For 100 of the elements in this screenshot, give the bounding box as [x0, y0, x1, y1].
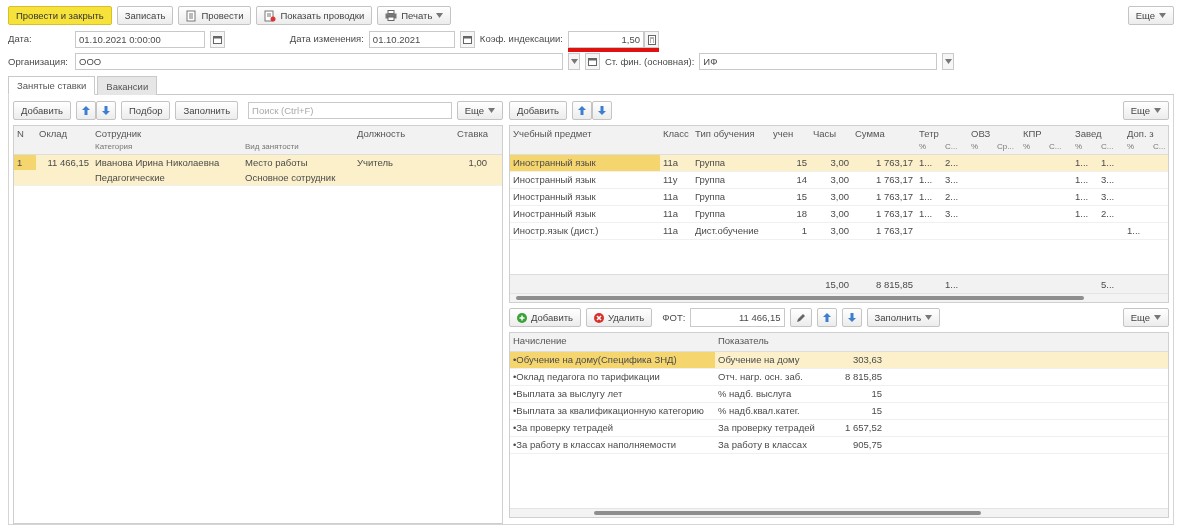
coefficient-field[interactable]: 1,50	[568, 31, 644, 48]
column-header[interactable]: Завед	[1072, 126, 1124, 140]
printer-icon	[385, 10, 398, 21]
table-cell: 1 763,17	[876, 157, 913, 168]
column-header[interactable]: С...	[1150, 140, 1168, 154]
table-row[interactable]: •Обучение на дому(Специфика ЗНД) Обучение на дому 303,63	[510, 352, 1168, 369]
add-button[interactable]: Добавить	[509, 308, 581, 327]
calendar-icon	[213, 35, 222, 44]
calculator-icon	[647, 34, 656, 45]
column-header[interactable]: Тетр	[916, 126, 968, 140]
column-header[interactable]: Вид занятости	[242, 140, 354, 154]
add-button[interactable]: Добавить	[509, 101, 567, 120]
move-up-button[interactable]	[572, 101, 592, 120]
field-label: Ст. фин. (основная):	[605, 56, 695, 67]
print-button[interactable]: Печать	[377, 6, 452, 25]
table-cell: 11 466,15	[47, 157, 89, 168]
column-header[interactable]: Начисление	[510, 333, 715, 351]
more-button[interactable]: Еще	[456, 101, 503, 120]
move-up-button[interactable]	[816, 308, 837, 327]
column-header[interactable]: КПР	[1020, 126, 1072, 140]
more-button[interactable]: Еще	[1122, 308, 1169, 327]
table-cell: 1 763,17	[876, 191, 913, 202]
tab[interactable]: Занятые ставки	[8, 76, 96, 95]
organization-field[interactable]: ООО	[75, 53, 563, 70]
column-header[interactable]: Часы	[810, 126, 852, 140]
tab[interactable]: Вакансии	[97, 76, 158, 95]
pick-button[interactable]: Подбор	[121, 101, 171, 120]
search-field[interactable]: Поиск (Ctrl+F)	[248, 102, 452, 119]
table-cell: Место работы	[245, 157, 308, 168]
column-header[interactable]: С...	[942, 140, 968, 154]
column-header[interactable]: С...	[1098, 140, 1124, 154]
edit-button[interactable]	[789, 308, 812, 327]
post-and-close-button[interactable]: Провести и закрыть	[8, 6, 112, 25]
column-header[interactable]: ОВЗ	[968, 126, 1020, 140]
table-row[interactable]: •За проверку тетрадей За проверку тетрадей 1 657,52	[510, 420, 1168, 437]
move-up-button[interactable]	[76, 101, 96, 120]
column-header[interactable]: N	[14, 126, 36, 140]
table-row[interactable]: Иностранный язык 11а Группа 15 3,00 1 763,17 1... 2... 1... 1...	[510, 155, 1168, 172]
column-header[interactable]: %	[916, 140, 942, 154]
table-row[interactable]: 1 11 466,15 Иванова Ирина Николаевна Место работы Педагогические Основное сотрудник Учитель 1,00	[14, 155, 502, 186]
table-cell: 1...	[1075, 157, 1089, 168]
table-row[interactable]: •За работу в классах наполняемости За работу в классах 905,75	[510, 437, 1168, 454]
scrollbar[interactable]	[510, 293, 1168, 302]
column-header[interactable]: Должность	[354, 126, 454, 140]
move-down-button[interactable]	[841, 308, 862, 327]
table-row[interactable]: •Выплата за квалификационную категорию % надб.квал.катег. 15	[510, 403, 1168, 420]
table-row[interactable]: •Оклад педагога по тарификации Отч. нагр. осн. заб. 8 815,85	[510, 369, 1168, 386]
column-header[interactable]: %	[1124, 140, 1150, 154]
save-button[interactable]: Записать	[116, 6, 174, 25]
table-cell: •За работу в классах наполняемости	[513, 439, 677, 450]
table-row[interactable]: Иностранный язык 11а Группа 15 3,00 1 763,17 1... 2... 1... 3...	[510, 189, 1168, 206]
column-header[interactable]: Показатель	[715, 333, 825, 351]
table-row[interactable]: Иностранный язык 11у Группа 14 3,00 1 763,17 1... 3... 1... 3...	[510, 172, 1168, 189]
finance-field[interactable]: ИФ	[699, 53, 938, 70]
more-button[interactable]: Еще	[1127, 6, 1174, 25]
total-cell: 5...	[1101, 278, 1115, 290]
column-header[interactable]: С...	[1046, 140, 1072, 154]
column-header[interactable]: Сумма	[852, 126, 916, 140]
post-button[interactable]: Провести	[178, 6, 252, 25]
arrow-down-icon	[598, 106, 606, 115]
column-header[interactable]: Учебный предмет	[510, 126, 660, 140]
table-cell: 3...	[945, 208, 959, 219]
add-button[interactable]: Добавить	[13, 101, 71, 120]
table-cell: 1...	[919, 191, 933, 202]
column-header[interactable]: Ср...	[994, 140, 1020, 154]
fill-button[interactable]: Заполнить	[866, 308, 941, 327]
fill-button[interactable]: Заполнить	[175, 101, 239, 120]
column-header[interactable]: Класс	[660, 126, 692, 140]
table-cell: •За проверку тетрадей	[513, 422, 614, 433]
table-row[interactable]: •Выплата за выслугу лет % надб. выслуга 15	[510, 386, 1168, 403]
column-header[interactable]: %	[968, 140, 994, 154]
column-header[interactable]: Сотрудник	[92, 126, 354, 140]
date-field[interactable]: 01.10.2021 0:00:00	[75, 31, 205, 48]
scrollbar[interactable]	[510, 508, 1168, 517]
date-field[interactable]: 01.10.2021	[368, 31, 455, 48]
more-button[interactable]: Еще	[1122, 101, 1169, 120]
table-cell: % надб. выслуга	[718, 388, 792, 399]
column-header[interactable]: Оклад	[36, 126, 92, 140]
column-header[interactable]: Доп. з	[1124, 126, 1168, 140]
column-header[interactable]: учен	[770, 126, 810, 140]
total-cell: 1...	[945, 278, 959, 290]
column-header[interactable]: Категория	[92, 140, 242, 154]
table-cell: 1 763,17	[876, 225, 913, 236]
move-down-button[interactable]	[96, 101, 116, 120]
table-cell: 15	[796, 191, 807, 202]
total-cell: 15,00	[825, 278, 849, 290]
column-header[interactable]: Ставка	[454, 126, 490, 140]
column-header[interactable]: %	[1072, 140, 1098, 154]
move-down-button[interactable]	[592, 101, 612, 120]
table-cell: 905,75	[852, 439, 882, 450]
table-row[interactable]: Иностр.язык (дист.) 11а Дист.обучение 1 3,00 1 763,17 1...	[510, 223, 1168, 240]
total-field[interactable]: 11 466,15	[690, 308, 785, 327]
column-header[interactable]: Тип обучения	[692, 126, 770, 140]
delete-button[interactable]: Удалить	[586, 308, 653, 327]
show-postings-button[interactable]: Показать проводки	[256, 6, 373, 25]
table-cell: 1...	[1075, 174, 1089, 185]
table-cell: 1...	[919, 208, 933, 219]
table-cell: 1 763,17	[876, 174, 913, 185]
table-row[interactable]: Иностранный язык 11а Группа 18 3,00 1 763,17 1... 3... 1... 2...	[510, 206, 1168, 223]
column-header[interactable]: %	[1020, 140, 1046, 154]
